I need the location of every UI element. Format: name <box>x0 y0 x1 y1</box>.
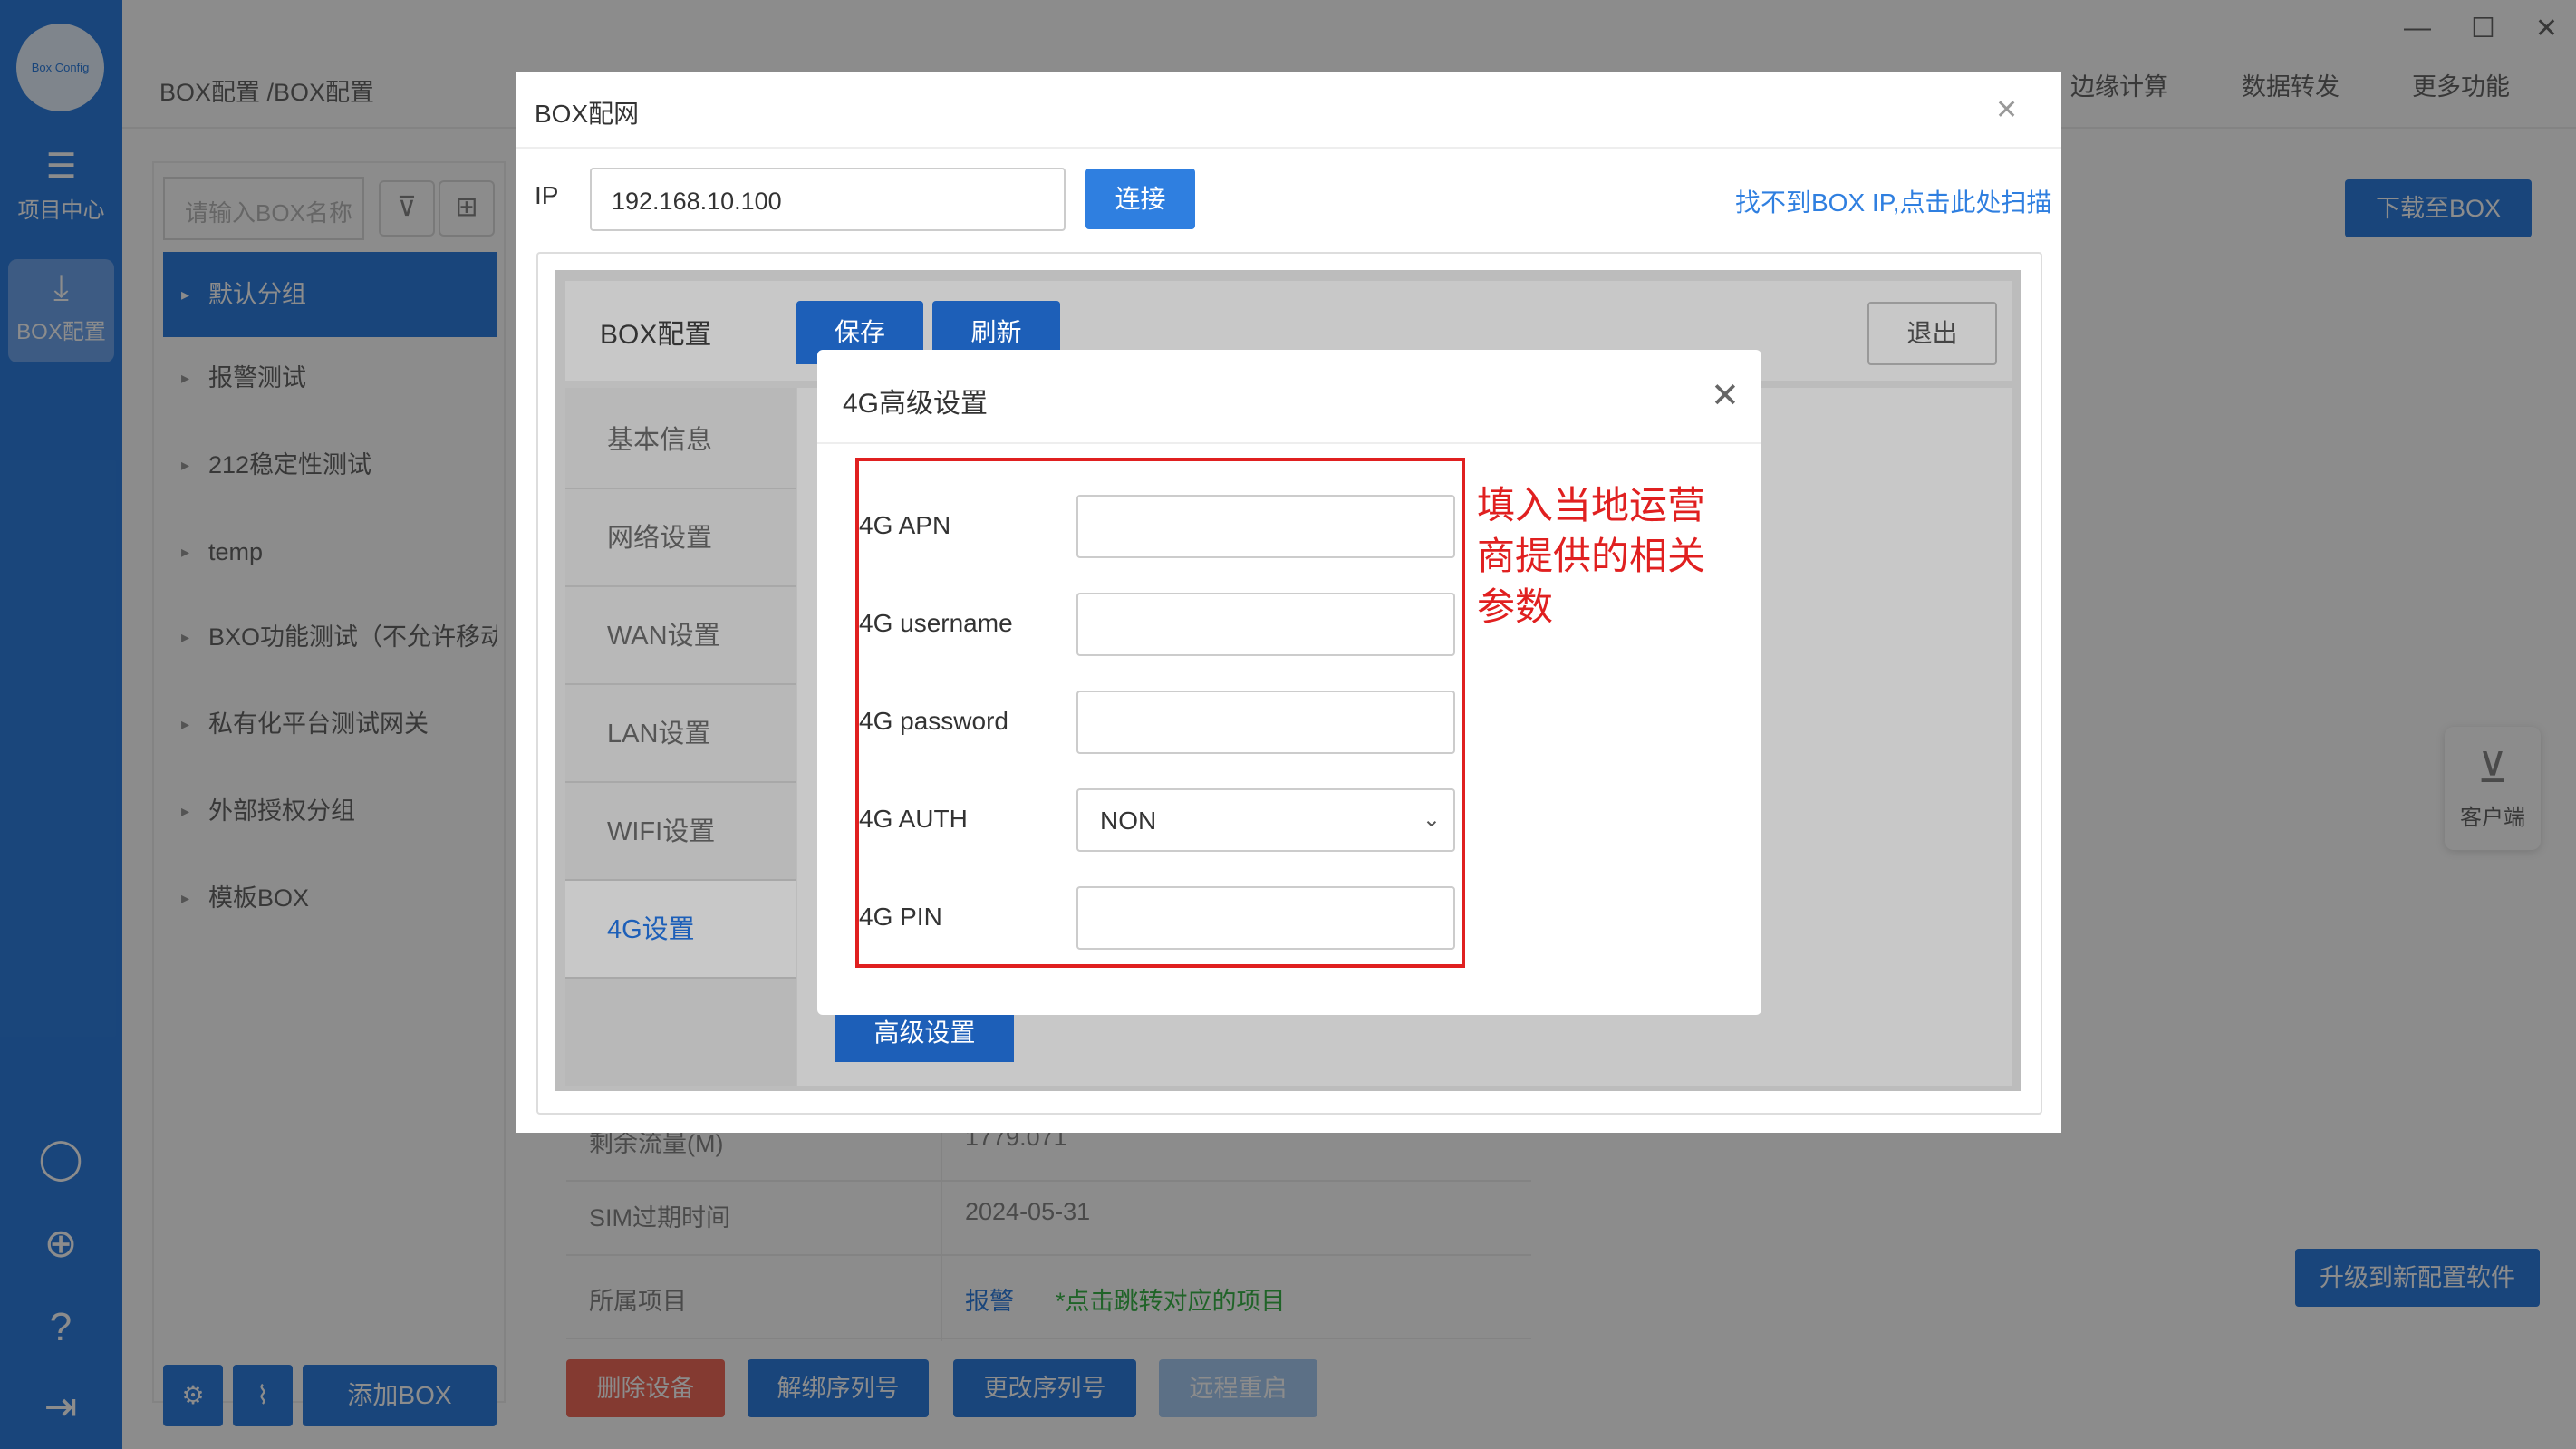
nav-wifi-settings[interactable]: WIFI设置 <box>565 783 796 881</box>
annotation-highlight-box <box>855 458 1465 968</box>
nav-wan-settings[interactable]: WAN设置 <box>565 587 796 685</box>
dialog-title: 4G高级设置 <box>843 389 989 419</box>
nav-network-settings[interactable]: 网络设置 <box>565 489 796 587</box>
dialog-divider <box>516 147 2061 149</box>
connect-button[interactable]: 连接 <box>1085 169 1195 229</box>
exit-button[interactable]: 退出 <box>1867 302 1997 365</box>
ip-label: IP <box>535 181 559 209</box>
dialog-divider <box>817 442 1761 444</box>
close-icon[interactable]: ✕ <box>1711 375 1740 416</box>
nav-4g-settings[interactable]: 4G设置 <box>565 881 796 979</box>
ip-input[interactable]: 192.168.10.100 <box>590 168 1066 231</box>
annotation-note: 填入当地运营商提供的相关参数 <box>1477 484 1706 628</box>
scan-ip-link[interactable]: 找不到BOX IP,点击此处扫描 <box>1735 183 2052 219</box>
box-config-title: BOX配置 <box>600 320 712 350</box>
close-icon[interactable]: ✕ <box>1995 94 2018 126</box>
dialog-title: BOX配网 <box>535 100 640 128</box>
nav-basic-info[interactable]: 基本信息 <box>565 391 796 489</box>
nav-lan-settings[interactable]: LAN设置 <box>565 685 796 783</box>
